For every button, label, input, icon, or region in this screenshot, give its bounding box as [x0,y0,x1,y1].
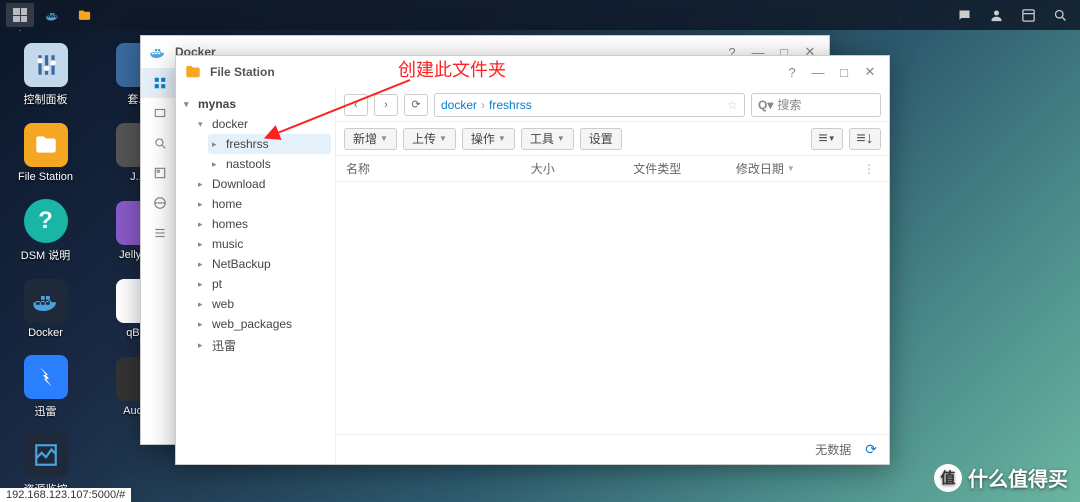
taskbar [0,0,1080,30]
tree-label: 迅雷 [212,337,236,354]
docker-side-registry[interactable] [141,128,178,158]
refresh-button[interactable]: ⟳ [865,441,877,458]
breadcrumb[interactable]: docker › freshrss ☆ [434,93,745,117]
tree-item-home[interactable]: ▸home [194,194,331,214]
file-list-header: 名称 大小 文件类型 修改日期 ▼ ⋮ [336,156,889,182]
browser-status-url: 192.168.123.107:5000/# [0,488,131,502]
desktop-icon-docker[interactable]: Docker [8,274,83,344]
tree-item-music[interactable]: ▸music [194,234,331,254]
tree-item-docker[interactable]: ▾docker [194,114,331,134]
search-placeholder: 搜索 [777,96,801,113]
col-more[interactable]: ⋮ [859,162,879,176]
user-icon[interactable] [982,3,1010,27]
sort-button[interactable]: ≡↓ [849,128,881,150]
upload-button[interactable]: 上传▼ [403,128,456,150]
tree-label: NetBackup [212,257,271,271]
tree-label: home [212,197,242,211]
watermark: 值 什么值得买 [934,463,1068,492]
fs-action-toolbar: 新增▼ 上传▼ 操作▼ 工具▼ 设置 ≡ ▼ ≡↓ [336,122,889,156]
folder-icon [184,63,202,81]
docker-icon [149,43,167,61]
tree-item-Download[interactable]: ▸Download [194,174,331,194]
tree-label: web_packages [212,317,292,331]
desktop-label: 控制面板 [24,91,68,107]
status-bar: 无数据 ⟳ [336,434,889,464]
docker-side-image[interactable] [141,158,178,188]
maximize-button[interactable]: □ [833,61,855,83]
docker-side-overview[interactable] [141,68,178,98]
back-button[interactable]: ‹ [344,94,368,116]
chat-icon[interactable] [950,3,978,27]
desktop-label: DSM 说明 [21,247,71,263]
desktop-label: 迅雷 [35,403,57,419]
status-text: 无数据 [815,441,851,458]
tree-label: docker [212,117,248,131]
reload-button[interactable]: ⟳ [404,94,428,116]
widgets-icon[interactable] [1014,3,1042,27]
desktop-icon-xunlei[interactable]: 迅雷 [8,352,83,422]
fs-titlebar[interactable]: File Station ? — □ ✕ [176,56,889,88]
folder-tree[interactable]: ▾mynas ▾docker ▸freshrss▸nastools ▸Downl… [176,88,336,464]
fs-title: File Station [210,65,275,79]
tree-label: homes [212,217,248,231]
tree-item-pt[interactable]: ▸pt [194,274,331,294]
breadcrumb-item[interactable]: docker [441,98,477,112]
tree-label: Download [212,177,265,191]
view-list-button[interactable]: ≡ ▼ [811,128,843,150]
docker-side-container[interactable] [141,98,178,128]
star-icon[interactable]: ☆ [727,98,738,112]
docker-side-network[interactable] [141,188,178,218]
search-icon[interactable] [1046,3,1074,27]
close-button[interactable]: ✕ [859,61,881,83]
minimize-button[interactable]: — [807,61,829,83]
desktop-label: Docker [28,327,63,339]
desktop-icon-dsm-help[interactable]: ?DSM 说明 [8,196,83,266]
file-station-window[interactable]: File Station ? — □ ✕ ▾mynas ▾docker ▸fre… [175,55,890,465]
breadcrumb-item[interactable]: freshrss [489,98,532,112]
tools-button[interactable]: 工具▼ [521,128,574,150]
file-list-content[interactable] [336,182,889,434]
tree-root[interactable]: ▾mynas [180,94,331,114]
watermark-text: 什么值得买 [968,463,1068,492]
tree-item-web[interactable]: ▸web [194,294,331,314]
tree-label: web [212,297,234,311]
search-icon: Q▾ [758,98,773,112]
tree-item-homes[interactable]: ▸homes [194,214,331,234]
fs-main-panel: ‹ › ⟳ docker › freshrss ☆ Q▾ 搜索 新增▼ 上传▼ … [336,88,889,464]
col-date[interactable]: 修改日期 ▼ [736,160,859,177]
main-menu-button[interactable] [6,3,34,27]
docker-sidebar [141,68,179,444]
desktop-icon-file-station[interactable]: File Station [8,118,83,188]
settings-button[interactable]: 设置 [580,128,622,150]
col-name[interactable]: 名称 [346,160,531,177]
new-button[interactable]: 新增▼ [344,128,397,150]
tree-item-nastools[interactable]: ▸nastools [208,154,331,174]
tree-item-web_packages[interactable]: ▸web_packages [194,314,331,334]
desktop-icons-col1: 控制面板 File Station ?DSM 说明 Docker 迅雷 资源监控 [8,40,83,500]
tree-label: music [212,237,243,251]
tree-label: pt [212,277,222,291]
tree-label: nastools [226,157,271,171]
fs-nav-toolbar: ‹ › ⟳ docker › freshrss ☆ Q▾ 搜索 [336,88,889,122]
watermark-badge: 值 [934,464,962,492]
tree-label: freshrss [226,137,269,151]
tree-label: mynas [198,97,236,111]
tree-item-迅雷[interactable]: ▸迅雷 [194,334,331,357]
breadcrumb-sep: › [481,98,485,112]
tree-item-freshrss[interactable]: ▸freshrss [208,134,331,154]
forward-button[interactable]: › [374,94,398,116]
desktop-icon-control-panel[interactable]: 控制面板 [8,40,83,110]
taskbar-docker[interactable] [38,3,66,27]
col-type[interactable]: 文件类型 [633,160,736,177]
taskbar-folder[interactable] [70,3,98,27]
operate-button[interactable]: 操作▼ [462,128,515,150]
docker-side-log[interactable] [141,218,178,248]
search-input[interactable]: Q▾ 搜索 [751,93,881,117]
col-size[interactable]: 大小 [531,160,634,177]
tree-item-NetBackup[interactable]: ▸NetBackup [194,254,331,274]
desktop-label: File Station [18,171,73,183]
help-button[interactable]: ? [781,61,803,83]
